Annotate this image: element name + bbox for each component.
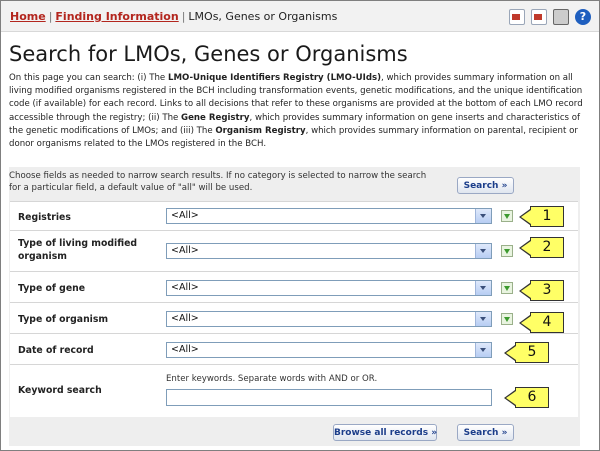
pdf-icon[interactable]	[509, 9, 525, 25]
callout-1: 1	[519, 206, 564, 227]
breadcrumb-separator: |	[48, 10, 53, 23]
intro-organism-registry-term: Organism Registry	[215, 125, 306, 136]
chevron-down-icon	[475, 312, 491, 326]
form-row-gene-type: Type of gene <All>	[10, 271, 578, 302]
callout-4: 4	[519, 312, 564, 333]
lmo-type-label: Type of living modified organism	[18, 238, 138, 262]
word-icon[interactable]	[531, 9, 547, 25]
chevron-down-icon	[475, 343, 491, 357]
search-form: Choose fields as needed to narrow search…	[9, 167, 580, 446]
callout-5: 5	[504, 342, 549, 363]
organism-type-select[interactable]: <All>	[166, 311, 492, 327]
chevron-down-icon	[475, 244, 491, 258]
gene-type-select[interactable]: <All>	[166, 280, 492, 296]
callout-2: 2	[519, 237, 564, 258]
keyword-hint: Enter keywords. Separate words with AND …	[166, 374, 378, 384]
intro-gene-registry-term: Gene Registry	[181, 112, 250, 123]
organism-type-select-value: <All>	[171, 313, 199, 324]
keyword-search-label: Keyword search	[18, 385, 102, 396]
lmo-type-select-value: <All>	[171, 245, 199, 256]
breadcrumb-current: LMOs, Genes or Organisms	[188, 10, 338, 23]
chevron-down-icon	[475, 281, 491, 295]
registries-select[interactable]: <All>	[166, 208, 492, 224]
page-title: Search for LMOs, Genes or Organisms	[9, 42, 408, 66]
breadcrumb-finding-information-link[interactable]: Finding Information	[55, 10, 178, 23]
breadcrumb-home-link[interactable]: Home	[10, 10, 46, 23]
add-criteria-icon[interactable]	[501, 245, 513, 257]
lmo-type-select[interactable]: <All>	[166, 243, 492, 259]
date-of-record-select[interactable]: <All>	[166, 342, 492, 358]
browse-all-records-button[interactable]: Browse all records »	[333, 424, 437, 441]
intro-text: On this page you can search: (i) The	[9, 73, 168, 83]
help-icon[interactable]: ?	[575, 9, 591, 25]
gene-type-label: Type of gene	[18, 283, 86, 294]
form-row-registries: Registries <All>	[10, 201, 578, 230]
form-row-lmo-type: Type of living modified organism <All>	[10, 230, 578, 271]
breadcrumb-bar: Home | Finding Information | LMOs, Genes or …	[1, 1, 599, 32]
printer-icon[interactable]	[553, 9, 569, 25]
gene-type-select-value: <All>	[171, 282, 199, 293]
page-tools: ?	[509, 9, 591, 25]
add-criteria-icon[interactable]	[501, 313, 513, 325]
chevron-down-icon	[475, 209, 491, 223]
intro-lmo-registry-term: LMO-Unique Identifiers Registry (LMO-UId…	[167, 73, 382, 83]
organism-type-label: Type of organism	[18, 314, 109, 325]
breadcrumb: Home | Finding Information | LMOs, Genes or …	[10, 10, 337, 23]
intro-paragraph: On this page you can search: (i) The LMO…	[9, 72, 589, 151]
date-of-record-label: Date of record	[18, 345, 94, 356]
callout-6: 6	[504, 387, 549, 408]
form-row-organism-type: Type of organism <All>	[10, 302, 578, 333]
date-of-record-select-value: <All>	[171, 344, 199, 355]
registries-select-value: <All>	[171, 210, 199, 221]
form-row-date: Date of record <All>	[10, 333, 578, 364]
search-button-top[interactable]: Search »	[457, 177, 514, 194]
form-row-keyword: Keyword search Enter keywords. Separate …	[10, 364, 578, 417]
add-criteria-icon[interactable]	[501, 210, 513, 222]
registries-label: Registries	[18, 212, 71, 223]
breadcrumb-separator: |	[181, 10, 186, 23]
keyword-search-input[interactable]	[166, 389, 492, 406]
add-criteria-icon[interactable]	[501, 282, 513, 294]
search-button-bottom[interactable]: Search »	[457, 424, 514, 441]
form-instructions: Choose fields as needed to narrow search…	[9, 171, 427, 193]
callout-3: 3	[519, 280, 564, 301]
